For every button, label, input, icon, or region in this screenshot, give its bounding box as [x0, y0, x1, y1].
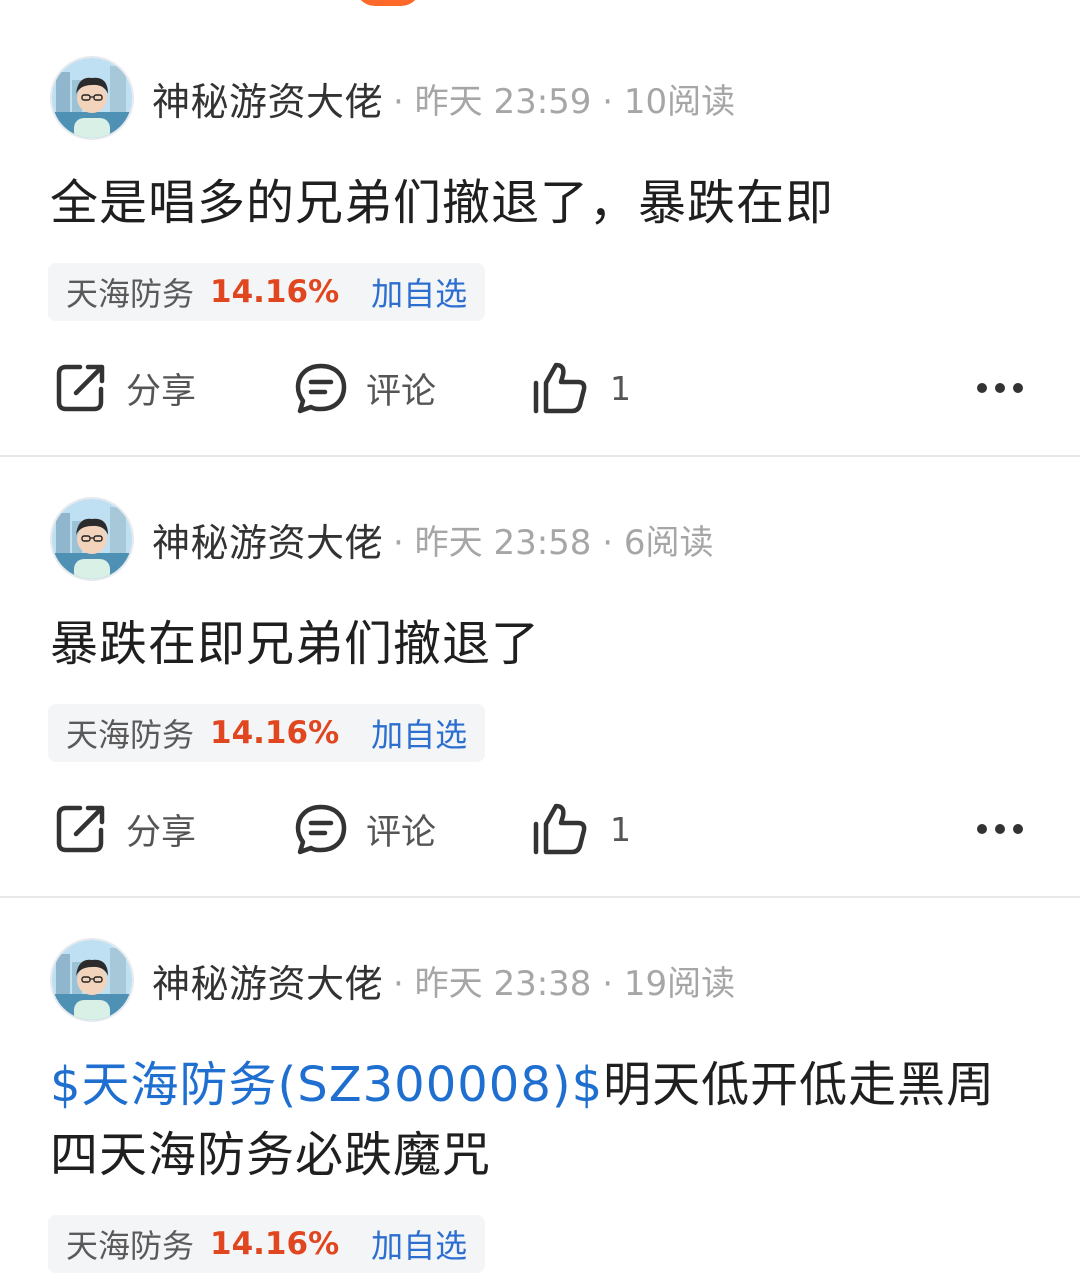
avatar[interactable] — [50, 56, 134, 140]
avatar[interactable] — [50, 497, 134, 581]
author-name[interactable]: 神秘游资大佬 — [152, 71, 383, 126]
share-icon — [54, 361, 108, 415]
share-label: 分享 — [126, 812, 197, 853]
like-button[interactable]: 1 — [532, 794, 631, 864]
stock-change: 14.16% — [210, 274, 340, 310]
like-count: 1 — [610, 809, 631, 849]
stock-chip[interactable]: 天海防务 14.16% 加自选 — [48, 704, 486, 762]
share-icon — [54, 802, 108, 856]
post-text[interactable]: 全是唱多的兄弟们撤退了，暴跌在即 — [50, 168, 1030, 238]
more-button[interactable] — [975, 353, 1025, 423]
stock-chip[interactable]: 天海防务 14.16% 加自选 — [48, 1215, 486, 1273]
action-bar: 分享 评论 1 — [0, 353, 1080, 423]
comment-button[interactable]: 评论 — [294, 794, 436, 864]
divider — [0, 896, 1080, 898]
add-watchlist-button[interactable]: 加自选 — [371, 269, 467, 315]
divider — [0, 455, 1080, 457]
avatar[interactable] — [50, 938, 134, 1022]
like-button[interactable]: 1 — [532, 353, 631, 423]
comment-label: 评论 — [366, 812, 437, 853]
post-text[interactable]: 暴跌在即兄弟们撤退了 — [50, 609, 1030, 679]
stock-name: 天海防务 — [66, 1227, 195, 1265]
top-indicator — [355, 0, 421, 6]
comment-button[interactable]: 评论 — [294, 353, 436, 423]
like-icon — [532, 361, 588, 415]
stock-name: 天海防务 — [66, 275, 195, 313]
stock-change: 14.16% — [210, 715, 340, 751]
more-button[interactable] — [975, 794, 1025, 864]
add-watchlist-button[interactable]: 加自选 — [371, 710, 467, 756]
post-header: 神秘游资大佬 · 昨天 23:59 · 10阅读 — [50, 53, 735, 143]
like-count: 1 — [610, 368, 631, 408]
more-icon — [975, 379, 1025, 398]
action-bar: 分享 评论 1 — [0, 794, 1080, 864]
post-meta: · 昨天 23:38 · 19阅读 — [393, 963, 736, 1004]
author-name[interactable]: 神秘游资大佬 — [152, 953, 383, 1008]
post-meta: · 昨天 23:59 · 10阅读 — [393, 81, 736, 122]
comment-icon — [294, 361, 348, 415]
like-icon — [532, 802, 588, 856]
stock-chip[interactable]: 天海防务 14.16% 加自选 — [48, 263, 486, 321]
stock-link[interactable]: $天海防务(SZ300008)$ — [50, 1057, 603, 1113]
stock-name: 天海防务 — [66, 716, 195, 754]
comment-icon — [294, 802, 348, 856]
post-meta: · 昨天 23:58 · 6阅读 — [393, 522, 714, 563]
comment-label: 评论 — [366, 371, 437, 412]
author-name[interactable]: 神秘游资大佬 — [152, 512, 383, 567]
post-header: 神秘游资大佬 · 昨天 23:58 · 6阅读 — [50, 494, 713, 584]
more-icon — [975, 820, 1025, 839]
share-label: 分享 — [126, 371, 197, 412]
share-button[interactable]: 分享 — [54, 353, 196, 423]
stock-change: 14.16% — [210, 1226, 340, 1262]
add-watchlist-button[interactable]: 加自选 — [371, 1221, 467, 1267]
post-header: 神秘游资大佬 · 昨天 23:38 · 19阅读 — [50, 935, 735, 1025]
post-text[interactable]: $天海防务(SZ300008)$明天低开低走黑周四天海防务必跌魔咒 — [50, 1050, 1030, 1190]
post-body: 暴跌在即兄弟们撤退了 — [50, 616, 541, 672]
share-button[interactable]: 分享 — [54, 794, 196, 864]
post-body: 全是唱多的兄弟们撤退了，暴跌在即 — [50, 175, 835, 231]
